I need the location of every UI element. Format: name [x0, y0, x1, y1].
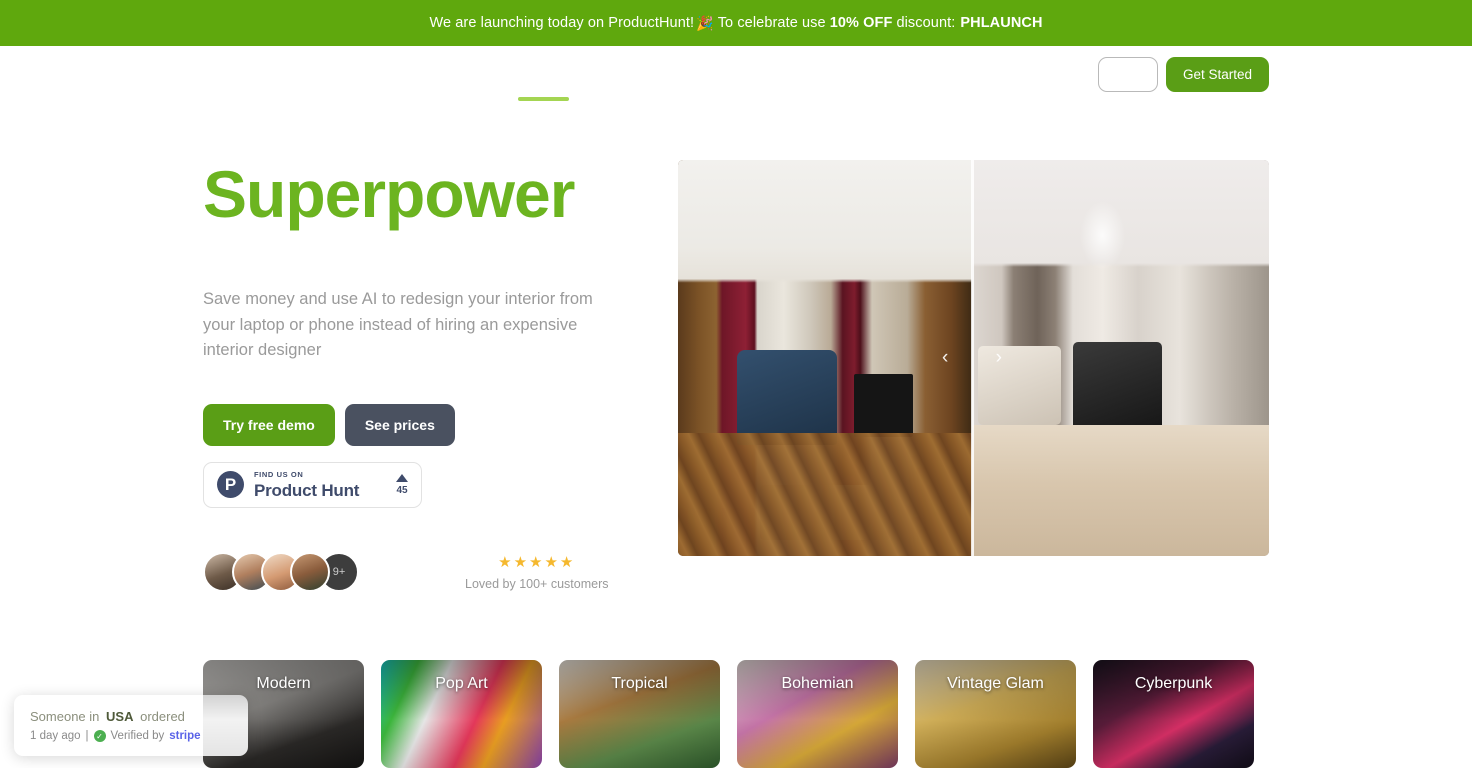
avatar: [290, 551, 330, 592]
star-rating-icon: ★★★★★: [498, 553, 576, 571]
party-popper-icon: 🎉: [696, 14, 714, 31]
toast-location: USA: [106, 709, 134, 724]
banner-discount: 10% OFF: [829, 15, 893, 31]
decor-rug: [983, 437, 1103, 509]
toast-verified-text: Verified by: [110, 730, 165, 742]
before-after-comparison[interactable]: ‹ ›: [678, 160, 1269, 556]
hero-subtitle: Save money and use AI to redesign your i…: [203, 290, 593, 360]
decor-shelf: [1200, 429, 1261, 533]
page-title: Superpower: [203, 157, 575, 231]
product-hunt-badge[interactable]: P FIND US ON Product Hunt 45: [203, 461, 422, 508]
site-header: Get Started: [0, 46, 1472, 114]
toast-timestamp: 1 day ago: [30, 730, 81, 742]
style-card-cyberpunk[interactable]: Cyberpunk: [1093, 660, 1254, 768]
header-actions: Get Started: [1097, 57, 1269, 92]
toast-meta: 1 day ago | ✓ Verified by stripe: [30, 730, 232, 742]
decor-tv: [854, 373, 914, 438]
banner-promo-code: PHLAUNCH: [960, 15, 1043, 31]
rating-block: ★★★★★ Loved by 100+ customers: [465, 553, 609, 591]
style-card-tropical[interactable]: Tropical: [559, 660, 720, 768]
style-card-bohemian[interactable]: Bohemian: [737, 660, 898, 768]
style-card-label: Vintage Glam: [947, 675, 1044, 692]
style-card-pop-art[interactable]: Pop Art: [381, 660, 542, 768]
site-logo[interactable]: [30, 60, 230, 100]
banner-text-before: We are launching today on ProductHunt!: [429, 15, 695, 31]
header-secondary-button[interactable]: [1097, 57, 1158, 92]
try-free-demo-button[interactable]: Try free demo: [203, 403, 335, 446]
banner-text-after: discount:: [896, 15, 956, 31]
after-image: [972, 160, 1269, 556]
loading-progress-bar: [518, 97, 569, 101]
decor-sofa: [736, 350, 837, 446]
style-card-modern[interactable]: Modern: [203, 660, 364, 768]
decor-dark-sofa: [1072, 342, 1163, 438]
product-hunt-votes[interactable]: 45: [396, 473, 408, 496]
style-card-label: Modern: [256, 675, 311, 692]
social-proof: 9+ ★★★★★ Loved by 100+ customers: [203, 551, 638, 592]
style-card-label: Tropical: [611, 675, 668, 692]
product-hunt-vote-count: 45: [396, 484, 408, 496]
toast-separator: |: [85, 730, 89, 742]
toast-message: Someone in USA ordered: [30, 709, 232, 724]
toast-prefix: Someone in: [30, 709, 100, 724]
chevron-left-icon[interactable]: ‹: [942, 347, 948, 369]
get-started-button[interactable]: Get Started: [1165, 57, 1269, 92]
product-hunt-icon: P: [217, 471, 244, 499]
banner-text-middle: To celebrate use: [717, 15, 826, 31]
hero-cta-row: Try free demo See prices: [203, 403, 638, 446]
product-hunt-kicker: FIND US ON: [254, 470, 304, 480]
verified-check-icon: ✓: [93, 730, 106, 742]
stripe-logo-text: stripe: [169, 730, 201, 742]
toast-suffix: ordered: [140, 709, 185, 724]
style-card-list: Modern Pop Art Tropical Bohemian Vintage…: [203, 660, 1254, 768]
announcement-banner: We are launching today on ProductHunt! 🎉…: [0, 0, 1472, 46]
see-prices-button[interactable]: See prices: [344, 403, 455, 446]
product-hunt-name: Product Hunt: [254, 480, 360, 500]
chevron-right-icon[interactable]: ›: [996, 347, 1002, 369]
customer-avatars: 9+: [203, 551, 359, 592]
style-card-label: Pop Art: [435, 675, 488, 692]
style-card-label: Cyberpunk: [1134, 675, 1213, 692]
comparison-slider-handle[interactable]: ‹ ›: [942, 347, 1002, 369]
style-card-label: Bohemian: [781, 675, 854, 692]
style-card-vintage-glam[interactable]: Vintage Glam: [915, 660, 1076, 768]
traditional-interior-photo: [678, 160, 972, 556]
hero-section: Superpower Save money and use AI to rede…: [0, 157, 1472, 592]
modern-interior-photo: [972, 160, 1269, 556]
hero-copy: Superpower Save money and use AI to rede…: [203, 157, 678, 592]
before-image: [678, 160, 972, 556]
product-hunt-text: FIND US ON Product Hunt: [254, 471, 386, 499]
rating-label: Loved by 100+ customers: [465, 576, 609, 591]
decor-chandelier: [1078, 199, 1127, 271]
upvote-triangle-icon: [396, 473, 408, 482]
decor-rug: [760, 484, 890, 541]
